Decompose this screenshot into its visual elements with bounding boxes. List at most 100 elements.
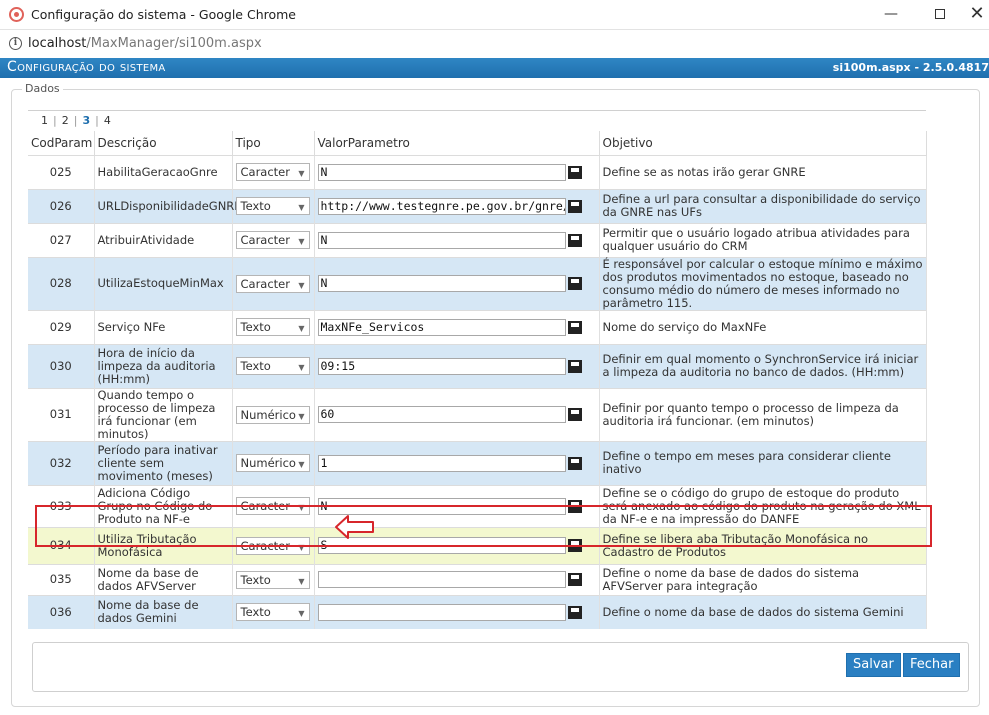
type-select[interactable]: Caracter (235, 497, 310, 515)
save-icon[interactable] (567, 165, 582, 179)
table-row: 036 Nome da base de dados Gemini Texto D… (28, 594, 927, 629)
value-wrapper: http://www.testegnre.pe.gov.br/gnre/port… (317, 197, 596, 215)
save-icon[interactable] (567, 539, 582, 552)
page-link-2[interactable]: 2 (62, 114, 69, 127)
type-select[interactable]: Numérico (235, 405, 310, 424)
chrome-logo-icon (9, 7, 24, 22)
value-input[interactable]: N (317, 231, 566, 249)
cell-objective: Define o nome da base de dados do sistem… (599, 594, 927, 629)
cell-type: Numérico (232, 387, 315, 441)
col-header-descricao[interactable]: Descrição (94, 131, 233, 155)
table-row: 033 Adiciona Código Grupo no Código do P… (28, 484, 927, 527)
app-header: Configuração do sistema si100m.aspx - 2.… (0, 58, 989, 78)
page-link-1[interactable]: 1 (41, 114, 48, 127)
value-input[interactable]: N (317, 163, 566, 181)
cell-objective: Define o nome da base de dados do sistem… (599, 563, 927, 595)
save-icon[interactable] (567, 233, 582, 247)
cell-value (314, 563, 600, 595)
cell-value: 1 (314, 440, 600, 485)
value-wrapper (317, 603, 596, 621)
type-select[interactable]: Caracter (235, 274, 310, 293)
value-input[interactable]: N (317, 275, 566, 292)
save-icon[interactable] (567, 408, 582, 421)
cell-description: AtribuirAtividade (94, 222, 233, 257)
cell-code: 036 (28, 594, 95, 629)
col-header-objetivo[interactable]: Objetivo (599, 131, 927, 155)
save-icon[interactable] (567, 605, 582, 619)
save-icon[interactable] (567, 277, 582, 290)
page-title: Configuração do sistema (7, 59, 166, 75)
cell-objective: Define se libera aba Tributação Monofási… (599, 526, 927, 564)
close-button[interactable]: Fechar (903, 653, 961, 677)
save-button[interactable]: Salvar (846, 653, 901, 677)
type-select[interactable]: Texto (235, 603, 310, 622)
maximize-icon (935, 9, 945, 19)
col-header-codparam[interactable]: CodParam (28, 131, 95, 155)
cell-code: 028 (28, 256, 95, 310)
cell-value: 60 (314, 387, 600, 441)
minimize-button[interactable]: — (871, 2, 911, 26)
value-input[interactable]: 60 (317, 406, 566, 423)
cell-value: N (314, 154, 600, 189)
type-select[interactable]: Texto (235, 197, 310, 215)
type-select[interactable]: Texto (235, 570, 310, 589)
cell-type: Texto (232, 309, 315, 344)
cell-description: Serviço NFe (94, 309, 233, 344)
save-icon[interactable] (567, 199, 582, 213)
value-input[interactable]: 1 (317, 454, 566, 472)
cell-objective: É responsável por calcular o estoque mín… (599, 256, 927, 310)
save-icon[interactable] (567, 320, 582, 334)
save-icon[interactable] (567, 499, 582, 513)
type-select[interactable]: Numérico (235, 454, 310, 472)
type-select[interactable]: Texto (235, 357, 310, 375)
table-row: 029 Serviço NFe Texto MaxNFe_Servicos No… (28, 309, 927, 344)
cell-type: Caracter (232, 484, 315, 527)
info-icon[interactable]: i (9, 37, 22, 50)
cell-description: Nome da base de dados Gemini (94, 594, 233, 629)
table-row-selected: 034 Utiliza Tributação Monofásica Caract… (28, 526, 927, 564)
value-input[interactable]: N (317, 497, 566, 515)
cell-description: Adiciona Código Grupo no Código do Produ… (94, 484, 233, 527)
type-select[interactable]: Caracter (235, 163, 310, 181)
cell-code: 025 (28, 154, 95, 189)
maximize-button[interactable] (920, 2, 960, 26)
pager: 1 | 2 | 3 | 4 (41, 114, 111, 127)
save-icon[interactable] (567, 456, 582, 470)
type-select[interactable]: Caracter (235, 231, 310, 249)
col-header-valorparametro[interactable]: ValorParametro (314, 131, 600, 155)
value-wrapper: N (317, 163, 596, 181)
table-row: 025 HabilitaGeracaoGnre Caracter N Defin… (28, 154, 927, 189)
cell-value: N (314, 256, 600, 310)
cell-type: Numérico (232, 440, 315, 485)
value-input[interactable] (317, 571, 566, 588)
cell-code: 030 (28, 343, 95, 388)
table-row: 030 Hora de início da limpeza da auditor… (28, 343, 927, 388)
address-bar[interactable]: i localhost/MaxManager/si100m.aspx (0, 30, 989, 58)
page-link-4[interactable]: 4 (104, 114, 111, 127)
save-icon[interactable] (567, 573, 582, 586)
cell-value (314, 594, 600, 629)
cell-code: 034 (28, 526, 95, 564)
cell-objective: Definir em qual momento o SynchronServic… (599, 343, 927, 388)
cell-code: 035 (28, 563, 95, 595)
close-window-button[interactable]: ✕ (957, 2, 989, 26)
value-input[interactable] (317, 603, 566, 621)
col-header-tipo[interactable]: Tipo (232, 131, 315, 155)
cell-description: Quando tempo o processo de limpeza irá f… (94, 387, 233, 441)
page-current-3: 3 (82, 114, 91, 127)
browser-titlebar: Configuração do sistema - Google Chrome … (0, 0, 989, 30)
save-icon[interactable] (567, 359, 582, 373)
type-select[interactable]: Caracter (235, 536, 310, 555)
value-input[interactable]: 09:15 (317, 357, 566, 375)
type-select[interactable]: Texto (235, 318, 310, 336)
value-input[interactable]: http://www.testegnre.pe.gov.br/gnre/port… (317, 197, 566, 215)
footer-panel (32, 642, 969, 692)
cell-type: Caracter (232, 256, 315, 310)
cell-value: 09:15 (314, 343, 600, 388)
cell-type: Caracter (232, 222, 315, 257)
table-row: 035 Nome da base de dados AFVServer Text… (28, 563, 927, 595)
cell-objective: Define se o código do grupo de estoque d… (599, 484, 927, 527)
url-text[interactable]: localhost/MaxManager/si100m.aspx (28, 36, 262, 51)
cell-value: N (314, 222, 600, 257)
value-input[interactable]: MaxNFe_Servicos (317, 318, 566, 336)
